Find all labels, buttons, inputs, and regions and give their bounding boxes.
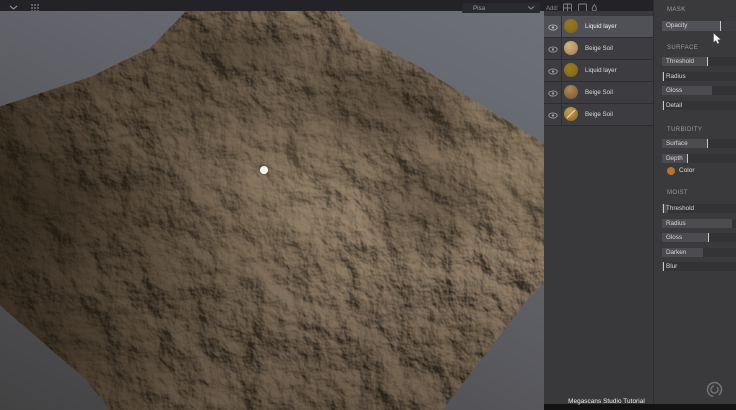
svg-text:Pisa: Pisa [473,5,486,12]
